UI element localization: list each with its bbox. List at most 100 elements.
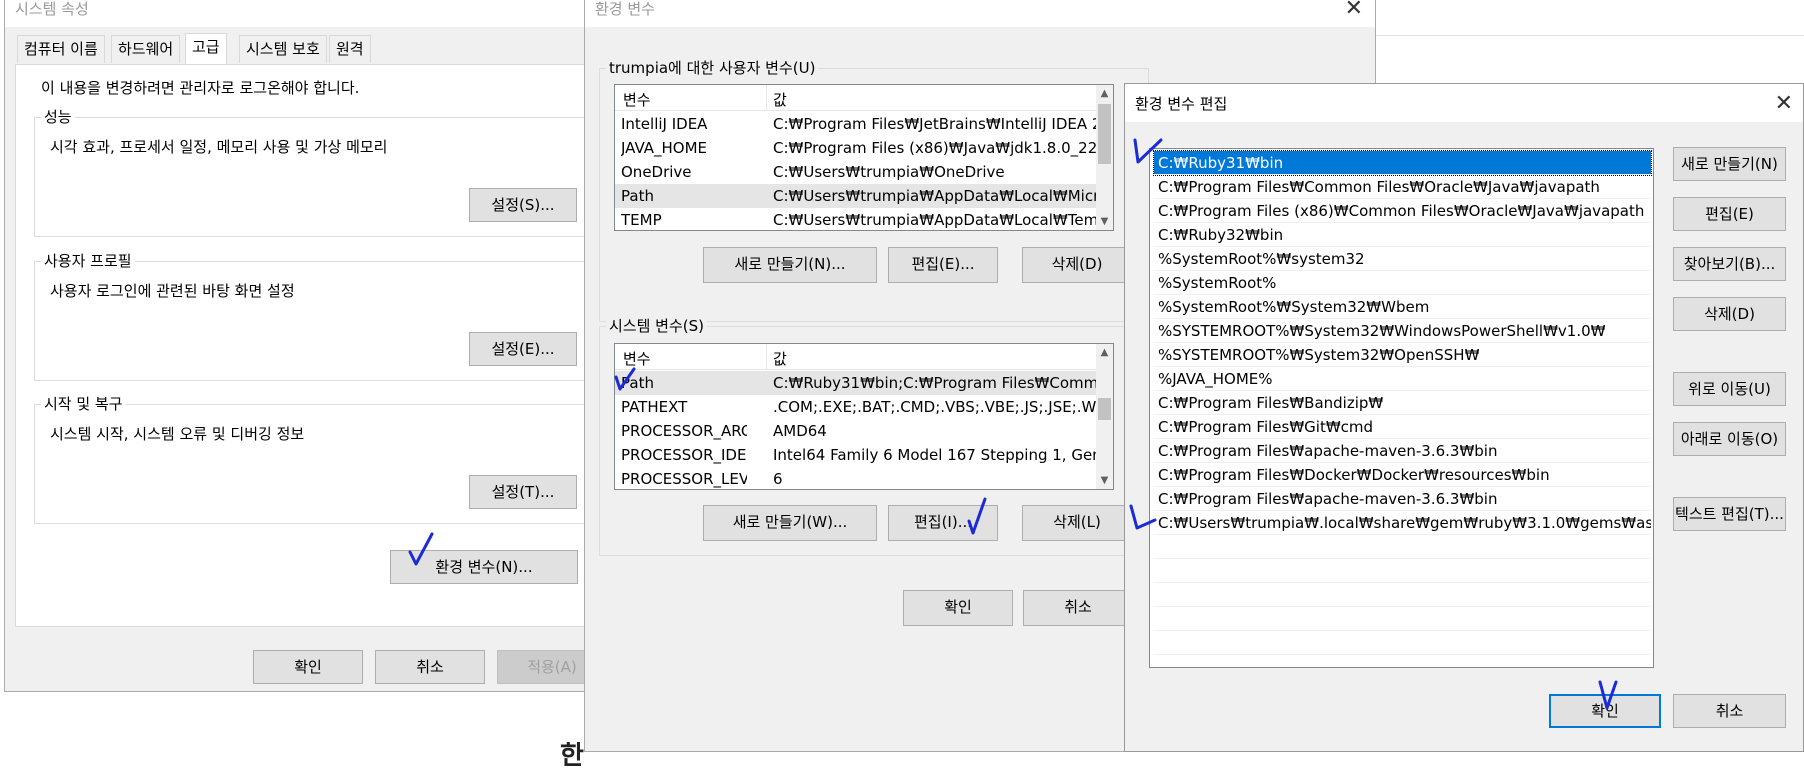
list-header: 변수 값 — [615, 344, 1098, 370]
user-variables-list[interactable]: 변수 값 IntelliJ IDEA C:₩Program Files₩JetBr… — [614, 84, 1114, 231]
chevron-up-icon[interactable]: ▲ — [1096, 85, 1113, 102]
list-item[interactable]: C:₩Program Files₩Docker₩Docker₩resources… — [1154, 463, 1651, 487]
user-profiles-group: 사용자 프로필 사용자 로그인에 관련된 바탕 화면 설정 설정(E)... — [34, 252, 596, 381]
list-item[interactable]: JAVA_HOME C:₩Program Files (x86)₩Java₩jdk… — [615, 136, 1098, 160]
check-mark-icon — [1598, 680, 1618, 710]
list-item[interactable]: TEMP C:₩Users₩trumpia₩AppData₩Local₩Temp — [615, 208, 1098, 230]
user-variables-label: trumpia에 대한 사용자 변수(U) — [606, 59, 819, 77]
close-icon[interactable]: ✕ — [1345, 0, 1363, 23]
advanced-tab-page: 이 내용을 변경하려면 관리자로 로그온해야 합니다. 성능 시각 효과, 프로… — [15, 64, 603, 627]
admin-notice: 이 내용을 변경하려면 관리자로 로그온해야 합니다. — [41, 79, 360, 97]
tab-strip: 컴퓨터 이름 하드웨어 고급 시스템 보호 원격 — [17, 33, 597, 65]
list-item[interactable]: %SYSTEMROOT%₩System32₩WindowsPowerShell₩… — [1154, 319, 1651, 343]
list-item[interactable]: C:₩Program Files₩apache-maven-3.6.3₩bin — [1154, 487, 1651, 511]
performance-settings-button[interactable]: 설정(S)... — [469, 188, 577, 222]
chevron-up-icon[interactable]: ▲ — [1096, 344, 1113, 361]
list-item[interactable]: C:₩Program Files₩Common Files₩Oracle₩Jav… — [1154, 175, 1651, 199]
check-mark-icon — [1129, 504, 1157, 530]
column-header-value[interactable]: 값 — [773, 89, 787, 110]
window-title: 환경 변수 편집 — [1135, 95, 1228, 113]
cancel-button[interactable]: 취소 — [1023, 590, 1133, 626]
list-item[interactable]: IntelliJ IDEA C:₩Program Files₩JetBrains₩… — [615, 112, 1098, 136]
user-delete-button[interactable]: 삭제(D) — [1022, 247, 1132, 283]
list-item[interactable]: PATHEXT .COM;.EXE;.BAT;.CMD;.VBS;.VBE;.JS… — [615, 395, 1098, 419]
edit-environment-variable-window: 환경 변수 편집 ✕ C:₩Ruby31₩bin C:₩Program Files… — [1124, 83, 1804, 752]
new-button[interactable]: 새로 만들기(N) — [1673, 147, 1786, 181]
ok-button[interactable]: 확인 — [903, 590, 1013, 626]
move-down-button[interactable]: 아래로 이동(O) — [1673, 422, 1786, 456]
empty-row[interactable] — [1154, 607, 1651, 631]
ok-button[interactable]: 확인 — [253, 650, 363, 684]
edit-text-button[interactable]: 텍스트 편집(T)... — [1673, 497, 1786, 531]
startup-recovery-group: 시작 및 복구 시스템 시작, 시스템 오류 및 디버깅 정보 설정(T)... — [34, 395, 596, 524]
list-item[interactable]: C:₩Users₩trumpia₩.local₩share₩gem₩ruby₩3… — [1154, 511, 1651, 535]
background-divider — [1376, 35, 1804, 36]
tab-hardware[interactable]: 하드웨어 — [111, 35, 181, 63]
tab-computer-name[interactable]: 컴퓨터 이름 — [17, 35, 105, 63]
window-title: 환경 변수 — [595, 0, 655, 18]
browse-button[interactable]: 찾아보기(B)... — [1673, 247, 1786, 281]
user-profiles-label: 사용자 프로필 — [41, 252, 135, 270]
list-header: 변수 값 — [615, 85, 1098, 111]
user-edit-button[interactable]: 편집(E)... — [888, 247, 998, 283]
list-item[interactable]: %SystemRoot%₩system32 — [1154, 247, 1651, 271]
list-item[interactable]: OneDrive C:₩Users₩trumpia₩OneDrive — [615, 160, 1098, 184]
list-item[interactable]: PROCESSOR_IDENT...Intel64 Family 6 Model… — [615, 443, 1098, 467]
system-variables-scrollbar[interactable]: ▲ ▼ — [1096, 344, 1113, 489]
edit-environment-variable-titlebar: 환경 변수 편집 ✕ — [1125, 84, 1803, 122]
performance-group: 성능 시각 효과, 프로세서 일정, 메모리 사용 및 가상 메모리 설정(S)… — [34, 108, 596, 237]
list-item[interactable]: C:₩Program Files₩apache-maven-3.6.3₩bin — [1154, 439, 1651, 463]
list-item[interactable]: C:₩Program Files₩Git₩cmd — [1154, 415, 1651, 439]
system-variables-label: 시스템 변수(S) — [606, 317, 707, 335]
cancel-button[interactable]: 취소 — [375, 650, 485, 684]
user-variables-group: trumpia에 대한 사용자 변수(U) 변수 값 IntelliJ IDEA… — [599, 59, 1149, 322]
cancel-button[interactable]: 취소 — [1673, 694, 1786, 728]
move-up-button[interactable]: 위로 이동(U) — [1673, 372, 1786, 406]
check-mark-icon — [408, 532, 434, 566]
empty-row[interactable] — [1154, 535, 1651, 559]
chevron-down-icon[interactable]: ▼ — [1096, 472, 1113, 489]
system-variables-group: 시스템 변수(S) 변수 값 Path C:₩Ruby31₩bin;C:₩Prog… — [599, 317, 1149, 556]
list-item[interactable]: C:₩Ruby32₩bin — [1154, 223, 1651, 247]
column-header-variable[interactable]: 변수 — [623, 89, 651, 110]
system-properties-window: 시스템 속성 컴퓨터 이름 하드웨어 고급 시스템 보호 원격 이 내용을 변경… — [4, 0, 604, 692]
startup-recovery-settings-button[interactable]: 설정(T)... — [469, 475, 577, 509]
tab-advanced[interactable]: 고급 — [185, 33, 227, 64]
tab-system-protection[interactable]: 시스템 보호 — [239, 35, 327, 63]
background-text-fragment: 한 — [560, 741, 584, 771]
check-mark-icon — [967, 497, 987, 535]
list-item[interactable]: %SystemRoot%₩System32₩Wbem — [1154, 295, 1651, 319]
environment-variables-titlebar: 환경 변수 ✕ — [585, 0, 1375, 27]
scrollbar-thumb[interactable] — [1098, 398, 1111, 420]
user-new-button[interactable]: 새로 만들기(N)... — [703, 247, 877, 283]
tab-remote[interactable]: 원격 — [329, 35, 371, 63]
window-title: 시스템 속성 — [15, 0, 89, 18]
scrollbar-thumb[interactable] — [1098, 104, 1111, 164]
chevron-down-icon[interactable]: ▼ — [1096, 213, 1113, 230]
close-icon[interactable]: ✕ — [1775, 90, 1793, 118]
list-item[interactable]: %SYSTEMROOT%₩System32₩OpenSSH₩ — [1154, 343, 1651, 367]
check-mark-icon — [1133, 138, 1163, 164]
system-variables-list[interactable]: 변수 값 Path C:₩Ruby31₩bin;C:₩Program Files₩… — [614, 343, 1114, 490]
list-item[interactable]: PROCESSOR_LEVEL6 — [615, 467, 1098, 489]
empty-row[interactable] — [1154, 631, 1651, 655]
empty-row[interactable] — [1154, 559, 1651, 583]
column-header-value[interactable]: 값 — [773, 348, 787, 369]
check-mark-icon — [614, 367, 636, 391]
empty-row[interactable] — [1154, 583, 1651, 607]
list-item[interactable]: %JAVA_HOME% — [1154, 367, 1651, 391]
user-variables-scrollbar[interactable]: ▲ ▼ — [1096, 85, 1113, 230]
list-item[interactable]: C:₩Program Files (x86)₩Common Files₩Orac… — [1154, 199, 1651, 223]
list-item[interactable]: C:₩Ruby31₩bin — [1153, 150, 1652, 176]
edit-button[interactable]: 편집(E) — [1673, 197, 1786, 231]
user-profiles-settings-button[interactable]: 설정(E)... — [469, 332, 577, 366]
list-item[interactable]: C:₩Program Files₩Bandizip₩ — [1154, 391, 1651, 415]
system-delete-button[interactable]: 삭제(L) — [1022, 505, 1132, 541]
delete-button[interactable]: 삭제(D) — [1673, 297, 1786, 331]
list-item[interactable]: PathC:₩Ruby31₩bin;C:₩Program Files₩Commo… — [615, 371, 1098, 395]
path-entries-list[interactable]: C:₩Ruby31₩bin C:₩Program Files₩Common Fil… — [1149, 148, 1654, 668]
list-item[interactable]: PROCESSOR_ARCH...AMD64 — [615, 419, 1098, 443]
list-item[interactable]: %SystemRoot% — [1154, 271, 1651, 295]
system-new-button[interactable]: 새로 만들기(W)... — [703, 505, 877, 541]
list-item[interactable]: PathC:₩Users₩trumpia₩AppData₩Local₩Micro… — [615, 184, 1098, 208]
